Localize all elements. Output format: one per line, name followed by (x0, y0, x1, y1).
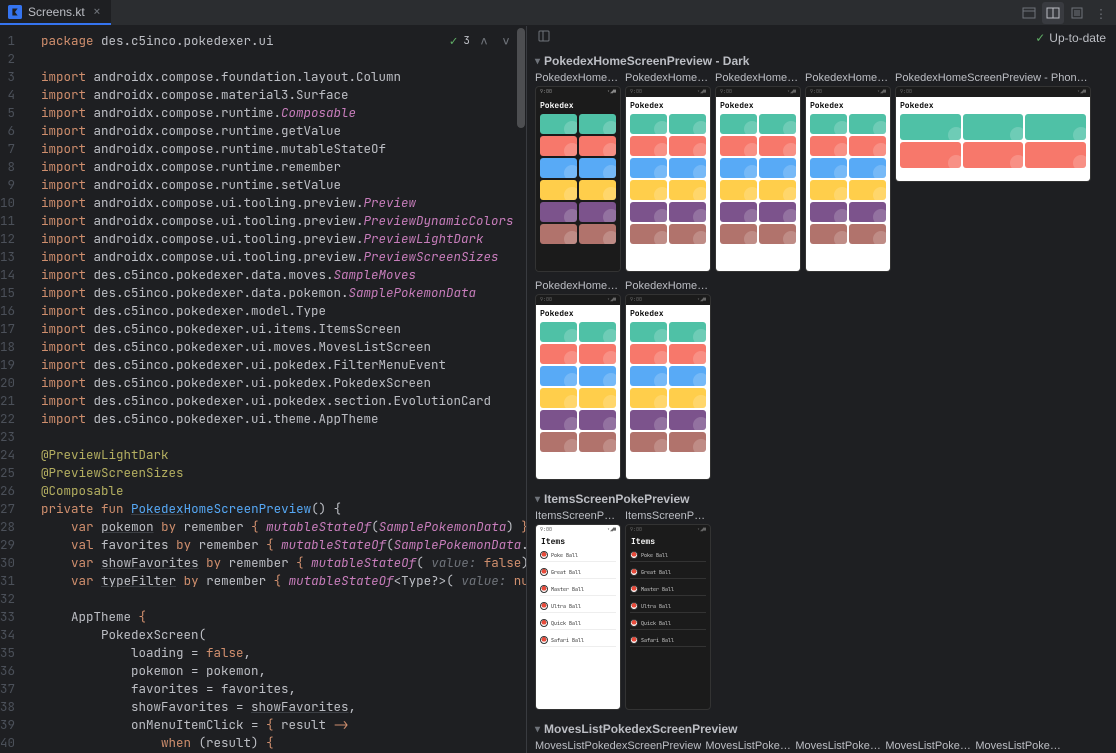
editor-pane: ✓ 3 ∧ ∨ 12345678910111213141516171819202… (0, 26, 526, 753)
prev-highlight-icon[interactable]: ∧ (476, 33, 492, 49)
thumb-label: MovesListPokedexScreenPreview (535, 740, 701, 752)
thumb-label: PokedexHomeScreenP… (625, 280, 711, 292)
split-view-icon[interactable] (1042, 2, 1064, 24)
status-check-icon: ✓ (1035, 31, 1045, 45)
preview-thumbnail[interactable]: 9:00▾◢■Pokedex (625, 86, 711, 272)
thumb-label: MovesListPokedexScr… (795, 740, 881, 752)
thumb-label: ItemsScreenPokePrevi… (535, 510, 621, 522)
kotlin-file-icon (8, 5, 22, 19)
thumb-label: MovesListPokedexScr… (705, 740, 791, 752)
file-tab[interactable]: Screens.kt × (0, 0, 111, 25)
close-icon[interactable]: × (91, 3, 103, 21)
preview-thumbnail[interactable]: 9:00▾◢■ItemsPoke BallGreat BallMaster Ba… (535, 524, 621, 710)
thumb-label: PokedexHomeScreenP… (535, 72, 621, 84)
thumb-label: MovesListPokedexScr… (885, 740, 971, 752)
code-content[interactable]: package des.c5inco.pokedexer.ui import a… (33, 26, 526, 753)
scrollbar-thumb[interactable] (517, 28, 525, 128)
preview-thumbnail[interactable]: 9:00▾◢■Pokedex (895, 86, 1091, 182)
thumb-label: MovesListPokedexScr… (975, 740, 1061, 752)
preview-pane: ✓ Up-to-date ▾PokedexHomeScreenPreview -… (526, 26, 1116, 753)
inspections-count[interactable]: 3 (463, 34, 470, 48)
preview-thumbnail[interactable]: 9:00▾◢■Pokedex (805, 86, 891, 272)
preview-thumbnail[interactable]: 9:00▾◢■Pokedex (715, 86, 801, 272)
chevron-down-icon: ▾ (535, 56, 540, 67)
tab-filename: Screens.kt (28, 5, 85, 19)
preview-thumbnail[interactable]: 9:00▾◢■Pokedex (625, 294, 711, 480)
status-text: Up-to-date (1049, 31, 1106, 45)
preview-body[interactable]: ▾PokedexHomeScreenPreview - DarkPokedexH… (527, 50, 1116, 753)
scrollbar[interactable] (516, 26, 526, 753)
section-header[interactable]: ▾PokedexHomeScreenPreview - Dark (535, 50, 1116, 72)
refresh-icon[interactable] (537, 29, 551, 47)
thumb-label: PokedexHomeScreenP… (535, 280, 621, 292)
gutter: 1234567891011121314151617181920212223242… (0, 26, 33, 753)
thumb-label: PokedexHomeScreenPreview - Phone - Lands… (895, 72, 1091, 84)
inspections-check-icon[interactable]: ✓ (450, 32, 458, 49)
preview-thumbnail[interactable]: 9:00▾◢■ItemsPoke BallGreat BallMaster Ba… (625, 524, 711, 710)
thumb-label: PokedexHomeScreenP… (805, 72, 891, 84)
preview-thumbnail[interactable]: 9:00▾◢■Pokedex (535, 86, 621, 272)
preview-thumbnail[interactable]: 9:00▾◢■Pokedex (535, 294, 621, 480)
thumb-label: PokedexHomeScreenP… (625, 72, 711, 84)
code-area[interactable]: 1234567891011121314151617181920212223242… (0, 26, 526, 753)
chevron-down-icon: ▾ (535, 494, 540, 505)
design-view-icon[interactable] (1066, 2, 1088, 24)
chevron-down-icon: ▾ (535, 724, 540, 735)
thumb-label: PokedexHomeScreenP… (715, 72, 801, 84)
code-view-icon[interactable] (1018, 2, 1040, 24)
section-header[interactable]: ▾ItemsScreenPokePreview (535, 488, 1116, 510)
next-highlight-icon[interactable]: ∨ (498, 33, 514, 49)
thumb-label: ItemsScreenPokePrevi… (625, 510, 711, 522)
toolbar: ⋮ (1018, 0, 1116, 26)
build-status: ✓ Up-to-date (1035, 31, 1106, 45)
tab-bar: Screens.kt × (0, 0, 1116, 26)
more-icon[interactable]: ⋮ (1090, 2, 1112, 24)
section-header[interactable]: ▾MovesListPokedexScreenPreview (535, 718, 1116, 740)
